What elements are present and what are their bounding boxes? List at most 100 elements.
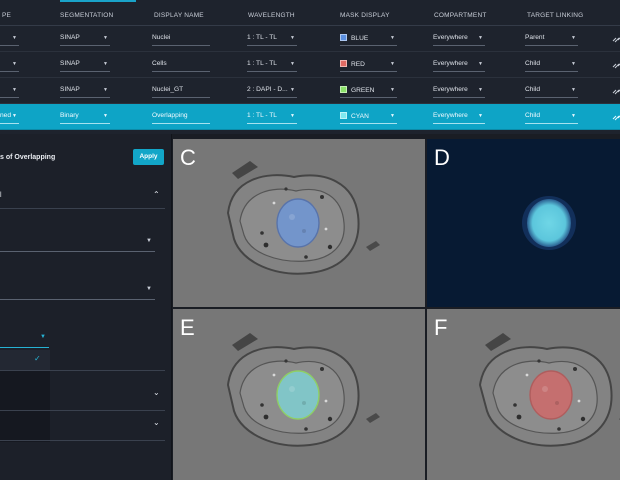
cell-type[interactable]: ned ▼ (0, 110, 19, 124)
cell-segmentation[interactable]: SINAP ▼ (60, 32, 110, 46)
cell-compartment[interactable]: Everywhere ▼ (433, 84, 485, 98)
settings-panel: s of Overlapping Apply l ⌃ ▼ ▼ ▼ ✓ ⌄ ⌄ (0, 134, 172, 480)
setting-dropdown-1[interactable]: ▼ (0, 236, 155, 252)
link-icon[interactable] (612, 35, 620, 43)
cell-text: Cells (152, 60, 167, 67)
cell-mask-display[interactable]: BLUE ▼ (340, 32, 397, 46)
setting-dropdown-3[interactable]: ▼ (0, 332, 49, 348)
cell-text: BLUE (351, 35, 369, 42)
cell-wavelength[interactable]: 1 : TL - TL ▼ (247, 58, 297, 72)
chevron-down-icon: ▼ (390, 87, 395, 93)
image-panel-c[interactable]: C (173, 139, 425, 307)
cell-text: SINAP (60, 34, 80, 41)
cell-segmentation[interactable]: SINAP ▼ (60, 84, 110, 98)
chevron-down-icon: ▼ (478, 113, 483, 119)
header-segmentation[interactable]: SEGMENTATION (60, 12, 113, 19)
chevron-down-icon: ▼ (571, 87, 576, 93)
chevron-down-icon: ▼ (12, 61, 17, 67)
section-divider (0, 440, 165, 441)
image-panel-d[interactable]: D (427, 139, 620, 307)
cell-wavelength[interactable]: 2 : DAPI - D... ▼ (247, 84, 297, 98)
cell-target-linking[interactable]: Parent ▼ (525, 32, 578, 46)
cell-target-linking[interactable]: Child ▼ (525, 110, 578, 124)
collapsed-section-2[interactable]: ⌄ (0, 414, 172, 438)
cell-mask-display[interactable]: GREEN ▼ (340, 84, 397, 98)
cell-display-name[interactable]: Cells (152, 58, 210, 72)
table-row[interactable]: ▼ SINAP ▼ Cells 1 : TL - TL ▼ RED ▼ Everywhere ▼ C… (0, 52, 620, 78)
section-header[interactable]: l ⌃ (0, 184, 172, 208)
chevron-down-icon: ▼ (103, 87, 108, 93)
microscopy-image (173, 139, 425, 307)
cell-wavelength[interactable]: 1 : TL - TL ▼ (247, 110, 297, 124)
cell-text: GREEN (351, 87, 375, 94)
cell-segmentation[interactable]: SINAP ▼ (60, 58, 110, 72)
cell-text: Nuclei_GT (152, 86, 184, 93)
cell-text: RED (351, 61, 365, 68)
chevron-down-icon: ▼ (103, 61, 108, 67)
header-compartment[interactable]: COMPARTMENT (434, 12, 487, 19)
cell-wavelength[interactable]: 1 : TL - TL ▼ (247, 32, 297, 46)
link-icon[interactable] (612, 113, 620, 121)
cell-target-linking[interactable]: Child ▼ (525, 58, 578, 72)
chevron-down-icon: ▼ (390, 35, 395, 41)
cell-segmentation[interactable]: Binary ▼ (60, 110, 110, 124)
chevron-up-icon[interactable]: ⌃ (153, 190, 160, 199)
color-swatch (340, 86, 347, 93)
chevron-down-icon: ▼ (290, 113, 295, 119)
dropdown-option-selected[interactable]: ✓ (0, 350, 50, 370)
cell-text: CYAN (351, 113, 369, 120)
cell-type[interactable]: ▼ (0, 84, 19, 98)
color-swatch (340, 34, 347, 41)
chevron-down-icon[interactable]: ⌄ (153, 418, 160, 427)
cell-text: ned (0, 112, 12, 119)
collapsed-section-1[interactable]: ⌄ (0, 384, 172, 408)
cell-text: Overlapping (152, 112, 188, 119)
header-mask-display[interactable]: MASK DISPLAY (340, 12, 390, 19)
cell-mask-display[interactable]: RED ▼ (340, 58, 397, 72)
cell-type[interactable]: ▼ (0, 58, 19, 72)
image-panel-e[interactable]: E (173, 309, 425, 480)
chevron-down-icon: ▼ (103, 113, 108, 119)
link-icon[interactable] (612, 61, 620, 69)
table-row[interactable]: ▼ SINAP ▼ Nuclei_GT 2 : DAPI - D... ▼ GREEN ▼ Ev… (0, 78, 620, 104)
cell-compartment[interactable]: Everywhere ▼ (433, 32, 485, 46)
setting-dropdown-2[interactable]: ▼ (0, 284, 155, 300)
chevron-down-icon: ▼ (290, 35, 295, 41)
header-wavelength[interactable]: WAVELENGTH (248, 12, 295, 19)
cell-compartment[interactable]: Everywhere ▼ (433, 110, 485, 124)
header-target-linking[interactable]: TARGET LINKING (527, 12, 583, 19)
chevron-down-icon[interactable]: ⌄ (153, 388, 160, 397)
apply-button[interactable]: Apply (133, 149, 164, 165)
cell-text: Binary (60, 112, 79, 119)
cell-display-name[interactable]: Overlapping (152, 110, 210, 124)
table-row-selected[interactable]: ned ▼ Binary ▼ Overlapping 1 : TL - TL ▼ CYAN ▼ E… (0, 104, 620, 130)
microscopy-image (173, 309, 425, 480)
header-type[interactable]: PE (2, 12, 11, 19)
chevron-down-icon: ▼ (390, 113, 395, 119)
section-divider (0, 208, 165, 209)
chevron-down-icon: ▼ (12, 113, 17, 119)
chevron-down-icon: ▼ (146, 286, 152, 292)
image-panel-f[interactable]: F (427, 309, 620, 480)
cell-display-name[interactable]: Nuclei (152, 32, 210, 46)
chevron-down-icon: ▼ (12, 87, 17, 93)
cell-type[interactable]: ▼ (0, 32, 19, 46)
table-row[interactable]: ▼ SINAP ▼ Nuclei 1 : TL - TL ▼ BLUE ▼ Everywhere… (0, 26, 620, 52)
cell-target-linking[interactable]: Child ▼ (525, 84, 578, 98)
chevron-down-icon: ▼ (290, 61, 295, 67)
cell-compartment[interactable]: Everywhere ▼ (433, 58, 485, 72)
section-label: l (0, 192, 2, 199)
cell-text: Everywhere (433, 112, 468, 119)
cell-text: Everywhere (433, 60, 468, 67)
cell-text: Nuclei (152, 34, 171, 41)
panel-label: C (180, 145, 196, 170)
table-header: PE SEGMENTATION DISPLAY NAME WAVELENGTH … (0, 4, 620, 26)
link-icon[interactable] (612, 87, 620, 95)
cell-mask-display[interactable]: CYAN ▼ (340, 110, 397, 124)
panel-label: E (180, 315, 195, 340)
cell-display-name[interactable]: Nuclei_GT (152, 84, 210, 98)
chevron-down-icon: ▼ (571, 35, 576, 41)
check-icon: ✓ (34, 354, 41, 363)
header-display-name[interactable]: DISPLAY NAME (154, 12, 204, 19)
cell-text: Child (525, 86, 541, 93)
